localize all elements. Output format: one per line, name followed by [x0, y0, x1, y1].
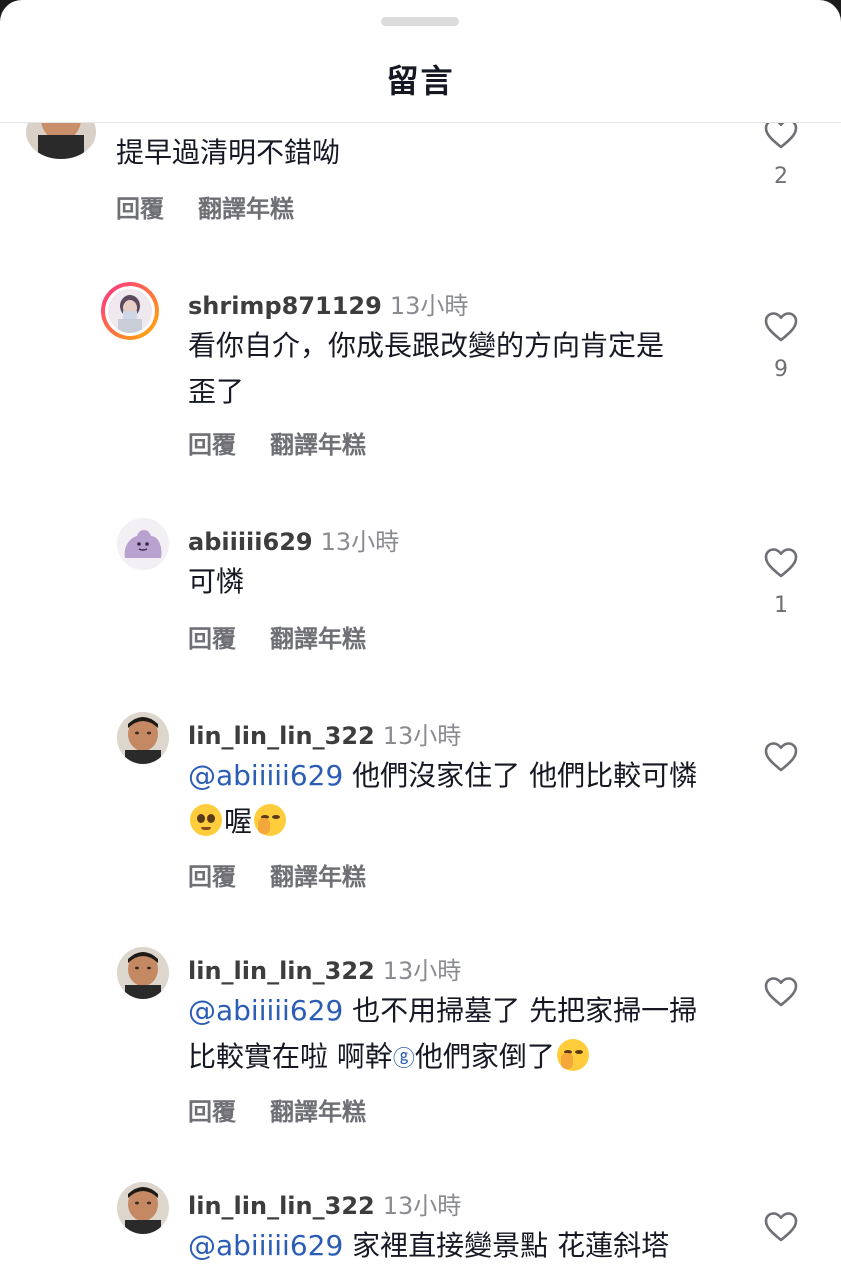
comment-meta: lin_lin_lin_322 13小時: [188, 716, 461, 751]
comment-actions: 回覆 翻譯年糕: [188, 425, 366, 460]
comment-text-line: 家裡直接變景點 花蓮斜塔: [343, 1229, 670, 1262]
like-button[interactable]: [756, 976, 806, 1022]
timestamp: 13小時: [382, 1192, 462, 1220]
comments-sheet: 留言 提早過清明不錯呦 回覆 翻譯年糕 2 shrimp871129 13小時 …: [0, 0, 841, 1280]
comment-list[interactable]: 提早過清明不錯呦 回覆 翻譯年糕 2 shrimp871129 13小時 看你自…: [0, 123, 841, 1280]
comment-text: @abiiiii629 家裡直接變景點 花蓮斜塔: [188, 1223, 669, 1269]
translate-button[interactable]: 翻譯年糕: [270, 625, 366, 653]
avatar[interactable]: [117, 712, 169, 764]
like-count: 1: [774, 593, 788, 618]
mention-link[interactable]: @abiiiii629: [188, 994, 343, 1027]
timestamp: 13小時: [389, 292, 469, 320]
comment-text-line: 他們沒家住了 他們比較可憐: [343, 759, 698, 792]
comment-meta: abiiiii629 13小時: [188, 522, 399, 557]
avatar[interactable]: [117, 1182, 169, 1234]
comment-text-line: 看你自介，你成長跟改變的方向肯定是: [188, 329, 665, 362]
translate-button[interactable]: 翻譯年糕: [270, 863, 366, 891]
comment-meta: shrimp871129 13小時: [188, 286, 468, 321]
like-button[interactable]: [756, 741, 806, 787]
pleading-face-icon: [190, 804, 222, 836]
drag-handle[interactable]: [381, 17, 459, 26]
translate-button[interactable]: 翻譯年糕: [270, 1098, 366, 1126]
reply-button[interactable]: 回覆: [116, 195, 164, 223]
reply-button[interactable]: 回覆: [188, 625, 236, 653]
timestamp: 13小時: [382, 722, 462, 750]
comment-text-line: 喔: [224, 805, 253, 838]
comment-text-line: 歪了: [188, 375, 245, 408]
avatar[interactable]: [117, 518, 169, 570]
comment-actions: 回覆 翻譯年糕: [188, 619, 366, 654]
like-button[interactable]: [756, 1211, 806, 1243]
comment-actions: 回覆 翻譯年糕: [188, 1092, 366, 1127]
mention-link[interactable]: @abiiiii629: [188, 759, 343, 792]
comment-text: @abiiiii629 也不用掃墓了 先把家掃一掃 比較實在啦 啊幹ⓖ他們家倒了: [188, 988, 697, 1083]
translate-button[interactable]: 翻譯年糕: [198, 195, 294, 223]
avatar[interactable]: [101, 282, 159, 340]
heart-outline-icon: [764, 977, 798, 1007]
heart-outline-icon: [764, 548, 798, 578]
comment-text: 提早過清明不錯呦: [116, 136, 341, 169]
shushing-face-icon: [556, 1039, 589, 1071]
heart-outline-icon: [764, 123, 798, 149]
comment-text: @abiiiii629 他們沒家住了 他們比較可憐 喔: [188, 753, 697, 845]
username[interactable]: lin_lin_lin_322: [188, 957, 375, 985]
comment-actions: 回覆 翻譯年糕: [116, 189, 294, 224]
like-count: 2: [774, 164, 788, 189]
heart-outline-icon: [764, 742, 798, 772]
avatar[interactable]: [26, 123, 96, 159]
like-button[interactable]: 1: [756, 547, 806, 618]
like-count: 9: [774, 357, 788, 382]
username[interactable]: shrimp871129: [188, 292, 382, 320]
at-sign-icon: ⓖ: [392, 1047, 415, 1072]
comment-text: 看你自介，你成長跟改變的方向肯定是 歪了: [188, 323, 664, 415]
comment-text-line: 也不用掃墓了 先把家掃一掃: [343, 994, 698, 1027]
shushing-face-icon: [254, 804, 287, 836]
reply-button[interactable]: 回覆: [188, 863, 236, 891]
page-title: 留言: [386, 62, 455, 100]
like-button[interactable]: 2: [756, 123, 806, 189]
username[interactable]: lin_lin_lin_322: [188, 1192, 375, 1220]
heart-outline-icon: [764, 312, 798, 342]
comment-meta: lin_lin_lin_322 13小時: [188, 951, 461, 986]
timestamp: 13小時: [382, 957, 462, 985]
avatar[interactable]: [117, 947, 169, 999]
reply-button[interactable]: 回覆: [188, 1098, 236, 1126]
comment-text: 可憐: [188, 565, 245, 598]
timestamp: 13小時: [320, 528, 400, 556]
comment-text-line: 比較實在啦 啊幹: [188, 1040, 393, 1073]
reply-button[interactable]: 回覆: [188, 431, 236, 459]
username[interactable]: abiiiii629: [188, 528, 313, 556]
username[interactable]: lin_lin_lin_322: [188, 722, 375, 750]
comment-actions: 回覆 翻譯年糕: [188, 857, 366, 892]
mention-link[interactable]: @abiiiii629: [188, 1229, 343, 1262]
translate-button[interactable]: 翻譯年糕: [270, 431, 366, 459]
comment-meta: lin_lin_lin_322 13小時: [188, 1186, 461, 1221]
like-button[interactable]: 9: [756, 311, 806, 382]
comment-text-line: 他們家倒了: [414, 1040, 555, 1073]
heart-outline-icon: [764, 1212, 798, 1242]
